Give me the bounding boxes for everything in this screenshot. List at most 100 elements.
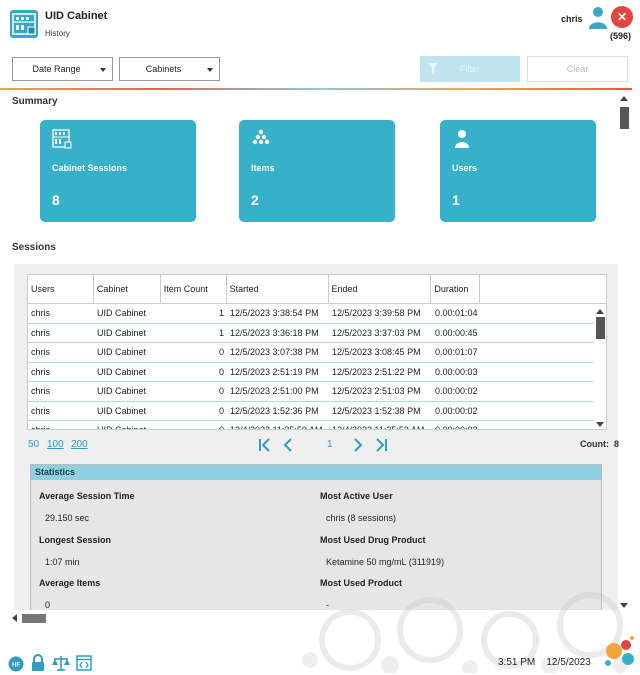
next-page-button[interactable] [350, 436, 366, 454]
table-vertical-scrollbar[interactable] [594, 304, 606, 429]
app-header: UID Cabinet History chris ✕ (596) [0, 0, 640, 50]
last-page-button[interactable] [373, 436, 389, 454]
cell-user: chris [31, 327, 51, 338]
filter-button-label: Filter [460, 64, 480, 74]
cell-item-count: 0 [218, 386, 224, 396]
lock-icon[interactable] [30, 654, 46, 671]
cell-duration: 0.00:00:03 [435, 425, 478, 430]
cell-ended: 12/5/2023 3:37:03 PM [332, 327, 421, 338]
cell-cabinet: UID Cabinet [97, 308, 147, 318]
cell-started: 12/5/2023 3:38:54 PM [230, 308, 319, 318]
most-used-drug-value: Ketamine 50 mg/mL (311919) [326, 557, 445, 567]
cell-user: chris [31, 308, 51, 318]
page-size-200[interactable]: 200 [71, 439, 88, 450]
horizontal-scroll-thumb[interactable] [22, 614, 46, 623]
cell-item-count: 1 [218, 327, 224, 338]
main-vertical-scrollbar[interactable] [618, 92, 630, 610]
table-row[interactable]: chris UID Cabinet 0 12/5/2023 1:52:36 PM… [28, 402, 594, 421]
cell-cabinet: UID Cabinet [97, 347, 147, 357]
avg-items-value: 0 [45, 600, 51, 610]
user-icon [455, 130, 469, 148]
page-size-100[interactable]: 100 [47, 439, 64, 450]
column-header-duration[interactable]: Duration [431, 275, 481, 304]
filter-button[interactable]: Filter [420, 56, 520, 82]
clear-button[interactable]: Clear [527, 56, 628, 82]
first-page-button[interactable] [257, 436, 273, 454]
cell-item-count: 0 [218, 405, 224, 416]
summary-heading: Summary [12, 96, 58, 107]
page-size-50[interactable]: 50 [28, 439, 39, 450]
cell-cabinet: UID Cabinet [97, 425, 147, 430]
app-title: UID Cabinet [45, 10, 108, 22]
card-value: 1 [452, 192, 460, 208]
cell-item-count: 0 [218, 366, 224, 377]
record-count: Count: 8 [580, 439, 619, 449]
table-row[interactable]: chris UID Cabinet 1 12/5/2023 3:36:18 PM… [28, 324, 594, 343]
hf-badge-icon[interactable]: HF [8, 656, 24, 672]
date-range-dropdown[interactable]: Date Range [12, 57, 113, 81]
column-header-started[interactable]: Started [227, 275, 329, 304]
table-row[interactable]: chris UID Cabinet 0 12/5/2023 2:51:19 PM… [28, 363, 594, 382]
items-card[interactable]: Items 2 [239, 120, 395, 222]
cell-ended: 12/5/2023 3:39:58 PM [332, 308, 421, 318]
table-scroll-thumb[interactable] [596, 317, 605, 339]
card-value: 8 [52, 192, 60, 208]
scroll-thumb[interactable] [620, 107, 629, 129]
clock-time: 3:51 PM [498, 657, 536, 668]
most-active-user-value: chris (8 sessions) [326, 513, 397, 523]
column-header-cabinet[interactable]: Cabinet [94, 275, 161, 304]
table-row[interactable]: chris UID Cabinet 0 12/5/2023 2:51:00 PM… [28, 382, 594, 402]
column-header-users[interactable]: Users [28, 275, 94, 304]
chevron-down-icon [100, 68, 106, 72]
users-card[interactable]: Users 1 [440, 120, 596, 222]
page-subtitle: History [45, 29, 70, 38]
cabinet-icon [52, 129, 72, 149]
most-used-drug-label: Most Used Drug Product [320, 535, 426, 545]
chevron-left-icon [283, 438, 292, 452]
scroll-up-arrow-icon[interactable] [620, 96, 628, 101]
cabinet-sessions-card[interactable]: Cabinet Sessions 8 [40, 120, 196, 222]
cell-ended: 12/4/2023 11:35:53 AM [332, 425, 425, 430]
avg-items-label: Average Items [39, 578, 101, 588]
table-header: Users Cabinet Item Count Started Ended D… [28, 275, 606, 304]
cell-duration: 0.00:00:45 [435, 327, 478, 338]
chevron-right-icon [354, 438, 363, 452]
card-label: Cabinet Sessions [52, 163, 128, 173]
cell-user: chris [31, 405, 51, 416]
clock-date: 12/5/2023 [546, 657, 591, 668]
code-window-icon[interactable] [76, 655, 92, 671]
cell-cabinet: UID Cabinet [97, 366, 147, 377]
column-header-item-count[interactable]: Item Count [161, 275, 227, 304]
previous-page-button[interactable] [280, 436, 296, 454]
scroll-left-arrow-icon[interactable] [12, 614, 17, 622]
scale-icon[interactable] [52, 655, 70, 671]
cabinets-dropdown[interactable]: Cabinets [119, 57, 220, 81]
cell-item-count: 0 [218, 347, 224, 357]
table-row[interactable]: chris UID Cabinet 0 12/4/2023 11:35:50 A… [28, 421, 594, 430]
user-avatar-icon[interactable] [588, 6, 608, 30]
current-user-name: chris [561, 14, 583, 24]
cell-duration: 0.00:01:04 [435, 308, 478, 318]
cell-cabinet: UID Cabinet [97, 327, 147, 338]
card-value: 2 [251, 192, 259, 208]
cell-started: 12/5/2023 3:07:38 PM [230, 347, 319, 357]
cell-cabinet: UID Cabinet [97, 405, 147, 416]
system-clock: 3:51 PM 12/5/2023 [498, 657, 591, 668]
table-row[interactable]: chris UID Cabinet 0 12/5/2023 3:07:38 PM… [28, 343, 594, 363]
scroll-up-arrow-icon[interactable] [596, 309, 604, 314]
table-row[interactable]: chris UID Cabinet 1 12/5/2023 3:38:54 PM… [28, 304, 594, 324]
close-button[interactable]: ✕ [611, 6, 633, 28]
cell-item-count: 0 [218, 425, 224, 430]
cell-started: 12/5/2023 1:52:36 PM [230, 405, 319, 416]
card-label: Users [452, 163, 478, 173]
longest-session-value: 1:07 min [45, 557, 80, 567]
column-header-ended[interactable]: Ended [329, 275, 432, 304]
count-label: Count: [580, 439, 609, 449]
avg-session-value: 29.150 sec [45, 513, 90, 523]
funnel-icon [428, 63, 438, 75]
cell-cabinet: UID Cabinet [97, 386, 147, 396]
cell-ended: 12/5/2023 1:52:38 PM [332, 405, 421, 416]
count-value: 8 [614, 439, 620, 449]
date-range-label: Date Range [32, 64, 81, 74]
scroll-down-arrow-icon[interactable] [596, 422, 604, 427]
